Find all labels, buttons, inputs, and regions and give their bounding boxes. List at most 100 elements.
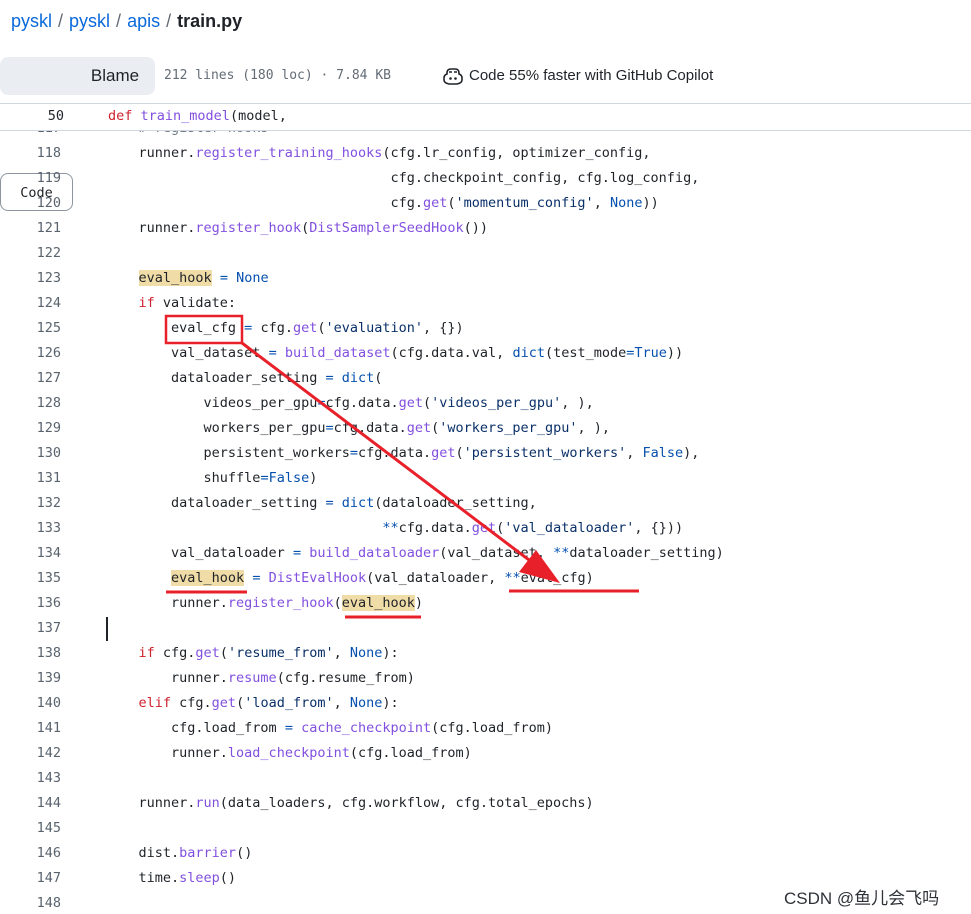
code-line: 132 dataloader_setting = dict(dataloader… [0, 491, 971, 516]
line-number[interactable]: 118 [0, 141, 61, 166]
sticky-line-number: 50 [47, 108, 64, 124]
line-number[interactable]: 127 [0, 366, 61, 391]
function-name: train_model [140, 108, 230, 124]
code-line: 144 runner.run(data_loaders, cfg.workflo… [0, 791, 971, 816]
file-info: 212 lines (180 loc) · 7.84 KB [164, 68, 391, 83]
code-text: runner.register_training_hooks(cfg.lr_co… [106, 145, 651, 161]
line-number[interactable]: 142 [0, 741, 61, 766]
line-number[interactable]: 122 [0, 241, 61, 266]
code-text: **cfg.data.get('val_dataloader', {})) [382, 520, 684, 536]
code-text: val_dataset = build_dataset(cfg.data.val… [106, 345, 684, 361]
code-text: runner.run(data_loaders, cfg.workflow, c… [106, 795, 594, 811]
line-number[interactable]: 139 [0, 666, 61, 691]
code-line: 143 [0, 766, 971, 791]
line-number[interactable]: 120 [0, 191, 61, 216]
line-number[interactable]: 143 [0, 766, 61, 791]
code-line: 123 eval_hook = None [0, 266, 971, 291]
code-line: 131 shuffle=False) [0, 466, 971, 491]
breadcrumb-file: train.py [177, 11, 243, 31]
line-number[interactable]: 128 [0, 391, 61, 416]
code-line: 142 runner.load_checkpoint(cfg.load_from… [0, 741, 971, 766]
code-view: 117 # register hooks118 runner.register_… [0, 116, 971, 914]
code-text: eval_hook = DistEvalHook(val_dataloader,… [171, 570, 594, 586]
code-line: 128 videos_per_gpu=cfg.data.get('videos_… [0, 391, 971, 416]
text-cursor [106, 617, 108, 641]
blame-button[interactable]: Blame [78, 57, 152, 95]
line-number[interactable]: 129 [0, 416, 61, 441]
code-line: 138 if cfg.get('resume_from', None): [0, 641, 971, 666]
line-number[interactable]: 136 [0, 591, 61, 616]
line-number[interactable]: 119 [0, 166, 61, 191]
code-line: 130 persistent_workers=cfg.data.get('per… [0, 441, 971, 466]
code-text: dist.barrier() [106, 845, 253, 861]
code-text: shuffle=False) [106, 470, 318, 486]
code-text: runner.register_hook(DistSamplerSeedHook… [106, 220, 489, 236]
code-line: 127 dataloader_setting = dict( [0, 366, 971, 391]
code-text: elif cfg.get('load_from', None): [138, 695, 399, 711]
code-line: 129 workers_per_gpu=cfg.data.get('worker… [0, 416, 971, 441]
code-text: dataloader_setting = dict(dataloader_set… [106, 495, 537, 511]
line-number[interactable]: 123 [0, 266, 61, 291]
code-line: 140 elif cfg.get('load_from', None): [0, 691, 971, 716]
code-line: 134 val_dataloader = build_dataloader(va… [0, 541, 971, 566]
code-line: 126 val_dataset = build_dataset(cfg.data… [0, 341, 971, 366]
code-line: 120 cfg.get('momentum_config', None)) [0, 191, 971, 216]
code-line: 122 [0, 241, 971, 266]
breadcrumb-separator: / [58, 11, 64, 31]
line-number[interactable]: 124 [0, 291, 61, 316]
watermark: CSDN @鱼儿会飞吗 [784, 889, 940, 908]
breadcrumb-repo[interactable]: pyskl [11, 11, 52, 31]
sticky-code: def train_model(model, [108, 108, 287, 124]
breadcrumb-separator: / [116, 11, 122, 31]
line-number[interactable]: 134 [0, 541, 61, 566]
code-line: 119 cfg.checkpoint_config, cfg.log_confi… [0, 166, 971, 191]
line-number[interactable]: 125 [0, 316, 61, 341]
code-text: time.sleep() [106, 870, 237, 886]
code-line: 141 cfg.load_from = cache_checkpoint(cfg… [0, 716, 971, 741]
line-number[interactable]: 148 [0, 891, 61, 914]
code-text: runner.register_hook(eval_hook) [106, 595, 424, 611]
code-text: cfg.checkpoint_config, cfg.log_config, [106, 170, 700, 186]
code-line: 125 eval_cfg = cfg.get('evaluation', {}) [0, 316, 971, 341]
file-toolbar: Code Blame 212 lines (180 loc) · 7.84 KB… [0, 52, 971, 211]
breadcrumb-folder-pyskl[interactable]: pyskl [69, 11, 110, 31]
line-number[interactable]: 132 [0, 491, 61, 516]
code-text: cfg.get('momentum_config', None)) [106, 195, 659, 211]
code-text: if cfg.get('resume_from', None): [138, 645, 399, 661]
code-text: cfg.load_from = cache_checkpoint(cfg.loa… [106, 720, 554, 736]
breadcrumb-folder-apis[interactable]: apis [127, 11, 160, 31]
line-number[interactable]: 126 [0, 341, 61, 366]
code-line: 118 runner.register_training_hooks(cfg.l… [0, 141, 971, 166]
line-number[interactable]: 137 [0, 616, 61, 641]
line-number[interactable]: 146 [0, 841, 61, 866]
copilot-link[interactable]: Code 55% faster with GitHub Copilot [443, 64, 713, 88]
breadcrumb-separator: / [166, 11, 172, 31]
code-line: 135 eval_hook = DistEvalHook(val_dataloa… [0, 566, 971, 591]
line-number[interactable]: 135 [0, 566, 61, 591]
code-line: 136 runner.register_hook(eval_hook) [0, 591, 971, 616]
line-number[interactable]: 141 [0, 716, 61, 741]
line-number[interactable]: 131 [0, 466, 61, 491]
code-text: persistent_workers=cfg.data.get('persist… [106, 445, 700, 461]
code-text: workers_per_gpu=cfg.data.get('workers_pe… [106, 420, 610, 436]
code-text: dataloader_setting = dict( [106, 370, 383, 386]
code-text: eval_hook = None [138, 270, 269, 286]
line-number[interactable]: 140 [0, 691, 61, 716]
code-line: 146 dist.barrier() [0, 841, 971, 866]
line-number[interactable]: 144 [0, 791, 61, 816]
code-line: 137 [0, 616, 971, 641]
keyword-def: def [108, 108, 133, 124]
code-line: 139 runner.resume(cfg.resume_from) [0, 666, 971, 691]
line-number[interactable]: 121 [0, 216, 61, 241]
code-text: runner.load_checkpoint(cfg.load_from) [106, 745, 472, 761]
line-number[interactable]: 138 [0, 641, 61, 666]
code-text: eval_cfg = cfg.get('evaluation', {}) [106, 320, 464, 336]
line-number[interactable]: 145 [0, 816, 61, 841]
line-number[interactable]: 147 [0, 866, 61, 891]
sticky-scope-header[interactable]: 50 def train_model(model, [0, 105, 971, 131]
view-toggle: Code Blame [0, 57, 155, 211]
line-number[interactable]: 130 [0, 441, 61, 466]
copilot-icon [443, 68, 463, 85]
code-text: runner.resume(cfg.resume_from) [106, 670, 415, 686]
line-number[interactable]: 133 [0, 516, 61, 541]
